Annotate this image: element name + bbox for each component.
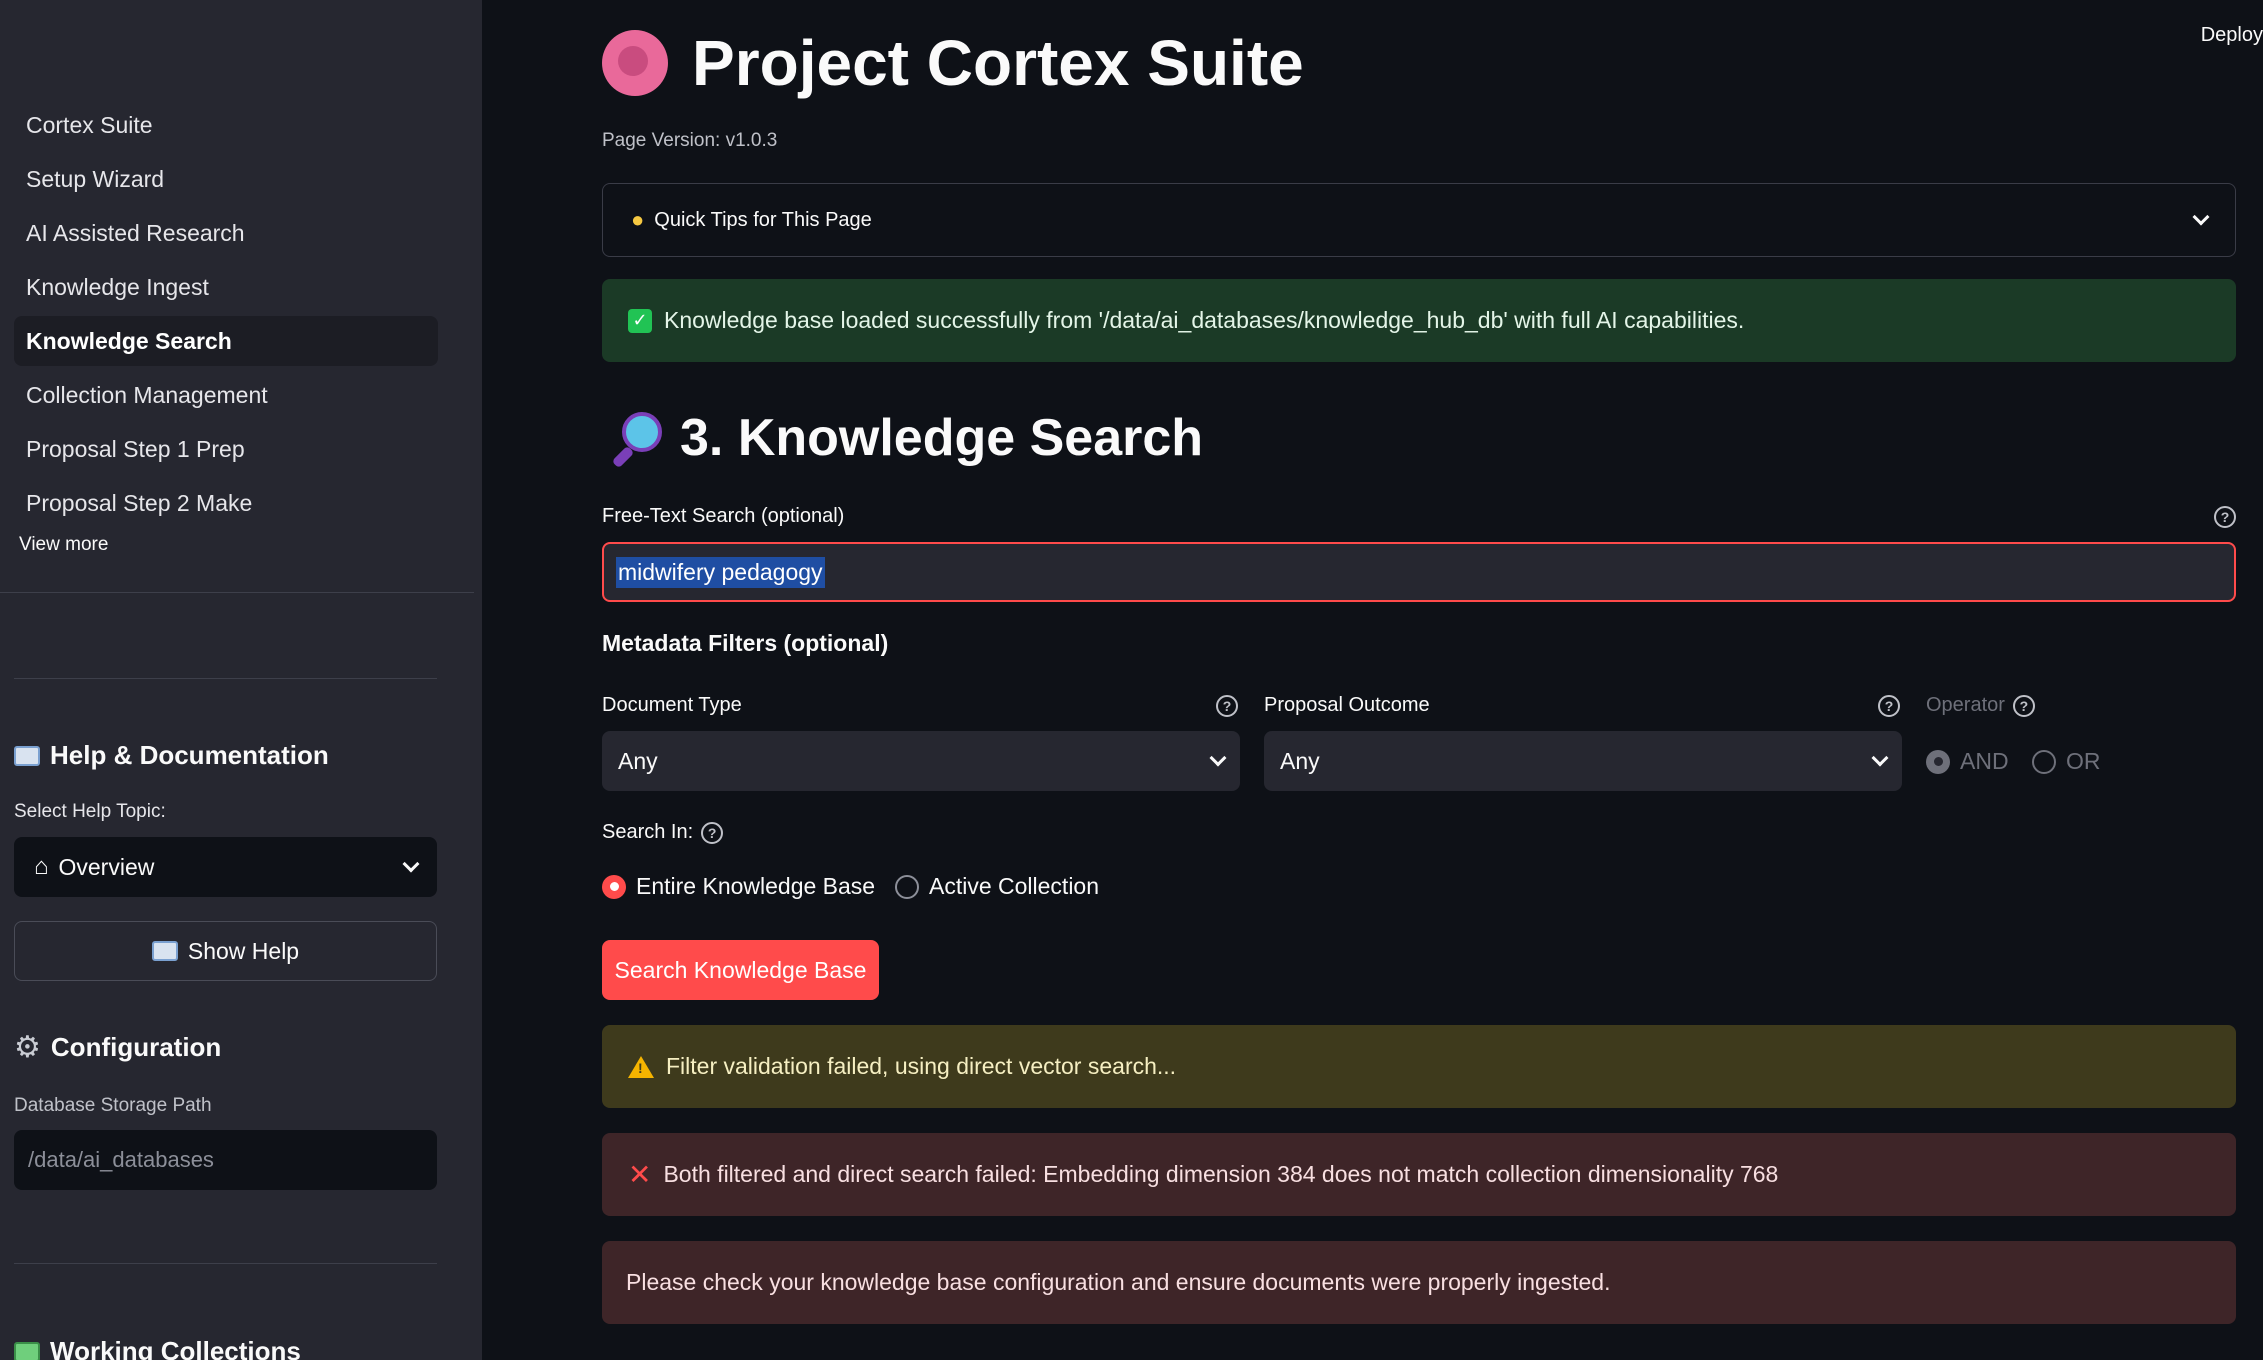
radio-unselected-icon (2032, 749, 2056, 774)
help-topic-label: Select Help Topic: (14, 801, 166, 822)
quick-tips-expander[interactable]: ● Quick Tips for This Page (602, 183, 2236, 257)
document-type-select[interactable]: Any (602, 731, 1240, 791)
radio-selected-icon (602, 874, 626, 899)
sidebar-item-knowledge-search[interactable]: Knowledge Search (14, 316, 438, 366)
operator-and-label: AND (1960, 748, 2009, 774)
operator-radio-and[interactable]: AND (1926, 748, 2009, 775)
app-title-text: Project Cortex Suite (692, 27, 1304, 99)
sidebar-item-cortex-suite[interactable]: Cortex Suite (14, 100, 438, 150)
sidebar-item-collection-management[interactable]: Collection Management (14, 370, 438, 420)
radio-unselected-icon (895, 874, 919, 899)
help-icon[interactable]: ? (1878, 695, 1900, 717)
help-icon[interactable]: ? (701, 821, 724, 844)
config-divider (14, 1263, 437, 1264)
search-in-entire-kb[interactable]: Entire Knowledge Base (602, 873, 875, 900)
help-icon[interactable]: ? (2214, 506, 2236, 528)
chevron-down-icon (2192, 208, 2210, 226)
working-collections-text: Working Collections (50, 1336, 301, 1360)
book-icon (151, 941, 178, 961)
search-knowledge-base-button[interactable]: Search Knowledge Base (602, 940, 879, 1000)
help-topic-value: Overview (58, 853, 155, 880)
db-path-input[interactable]: /data/ai_databases (14, 1130, 437, 1190)
error-alert: ✕ Both filtered and direct search failed… (602, 1133, 2236, 1216)
help-heading: Help & Documentation (14, 740, 329, 771)
success-alert: ✓ Knowledge base loaded successfully fro… (602, 279, 2236, 362)
working-collections-heading: Working Collections (14, 1336, 301, 1360)
search-in-entire-kb-label: Entire Knowledge Base (636, 873, 876, 899)
error-hint-alert: Please check your knowledge base configu… (602, 1241, 2236, 1324)
error-message: Both filtered and direct search failed: … (663, 1161, 1779, 1187)
search-in-active-collection[interactable]: Active Collection (895, 873, 1099, 900)
search-input-value: midwifery pedagogy (616, 556, 825, 588)
nav-divider (0, 592, 474, 593)
search-in-label-text: Search In: (602, 821, 694, 843)
operator-or-label: OR (2066, 748, 2101, 774)
lightbulb-icon: ● (631, 207, 645, 232)
book-icon (14, 745, 40, 766)
close-x-icon: ✕ (628, 1159, 652, 1190)
deploy-button[interactable]: Deploy (2201, 24, 2263, 47)
search-input[interactable]: midwifery pedagogy (602, 542, 2236, 602)
show-help-label: Show Help (187, 937, 300, 964)
metadata-filters-header: Metadata Filters (optional) (602, 630, 889, 656)
radio-selected-icon (1926, 749, 1950, 774)
chevron-down-icon (1209, 749, 1227, 767)
help-topic-select[interactable]: ⌂ Overview (14, 837, 437, 897)
db-path-label: Database Storage Path (14, 1095, 212, 1116)
sidebar-item-knowledge-ingest[interactable]: Knowledge Ingest (14, 262, 438, 312)
warning-message: Filter validation failed, using direct v… (666, 1053, 1177, 1079)
check-icon: ✓ (628, 308, 652, 333)
warning-alert: Filter validation failed, using direct v… (602, 1025, 2236, 1108)
sidebar-item-proposal-step-2-make[interactable]: Proposal Step 2 Make (14, 478, 438, 528)
sidebar-item-proposal-step-1-prep[interactable]: Proposal Step 1 Prep (14, 424, 438, 474)
document-type-value: Any (618, 747, 658, 774)
quick-tips-label: Quick Tips for This Page (654, 208, 872, 231)
operator-label-text: Operator (1926, 694, 2005, 716)
search-label: Free-Text Search (optional) (602, 505, 845, 527)
page-version: Page Version: v1.0.3 (602, 130, 778, 151)
show-help-button[interactable]: Show Help (14, 921, 437, 981)
help-icon[interactable]: ? (1216, 695, 1238, 717)
house-icon: ⌂ (34, 853, 49, 880)
search-in-active-collection-label: Active Collection (929, 873, 1100, 899)
search-in-label: Search In:? (602, 821, 724, 844)
proposal-outcome-select[interactable]: Any (1264, 731, 1902, 791)
error-hint: Please check your knowledge base configu… (626, 1269, 1611, 1295)
help-heading-text: Help & Documentation (50, 740, 329, 770)
chevron-down-icon (402, 855, 420, 873)
operator-radio-or[interactable]: OR (2032, 748, 2101, 775)
proposal-outcome-value: Any (1280, 747, 1320, 774)
document-type-label: Document Type (602, 694, 742, 716)
section-title: 3. Knowledge Search (610, 408, 1204, 469)
success-message: Knowledge base loaded successfully from … (664, 307, 1745, 333)
chevron-down-icon (1871, 749, 1889, 767)
warning-icon (628, 1055, 654, 1078)
magnifier-icon (610, 412, 662, 469)
config-heading-text: Configuration (50, 1032, 222, 1062)
help-icon[interactable]: ? (2012, 694, 2035, 717)
view-more-link[interactable]: View more (19, 534, 108, 556)
app-title: Project Cortex Suite (602, 20, 1304, 100)
sidebar: Cortex Suite Setup Wizard AI Assisted Re… (0, 0, 482, 1360)
section-title-text: 3. Knowledge Search (680, 409, 1204, 467)
operator-label: Operator? (1926, 694, 2035, 717)
sidebar-divider (14, 678, 437, 679)
sidebar-item-ai-assisted-research[interactable]: AI Assisted Research (14, 208, 438, 258)
books-icon (14, 1341, 40, 1360)
brain-icon (602, 30, 668, 96)
gear-icon: ⚙ (14, 1031, 41, 1064)
config-heading: ⚙ Configuration (14, 1030, 221, 1065)
sidebar-item-setup-wizard[interactable]: Setup Wizard (14, 154, 438, 204)
sidebar-nav: Cortex Suite Setup Wizard AI Assisted Re… (14, 100, 438, 532)
proposal-outcome-label: Proposal Outcome (1264, 694, 1430, 716)
